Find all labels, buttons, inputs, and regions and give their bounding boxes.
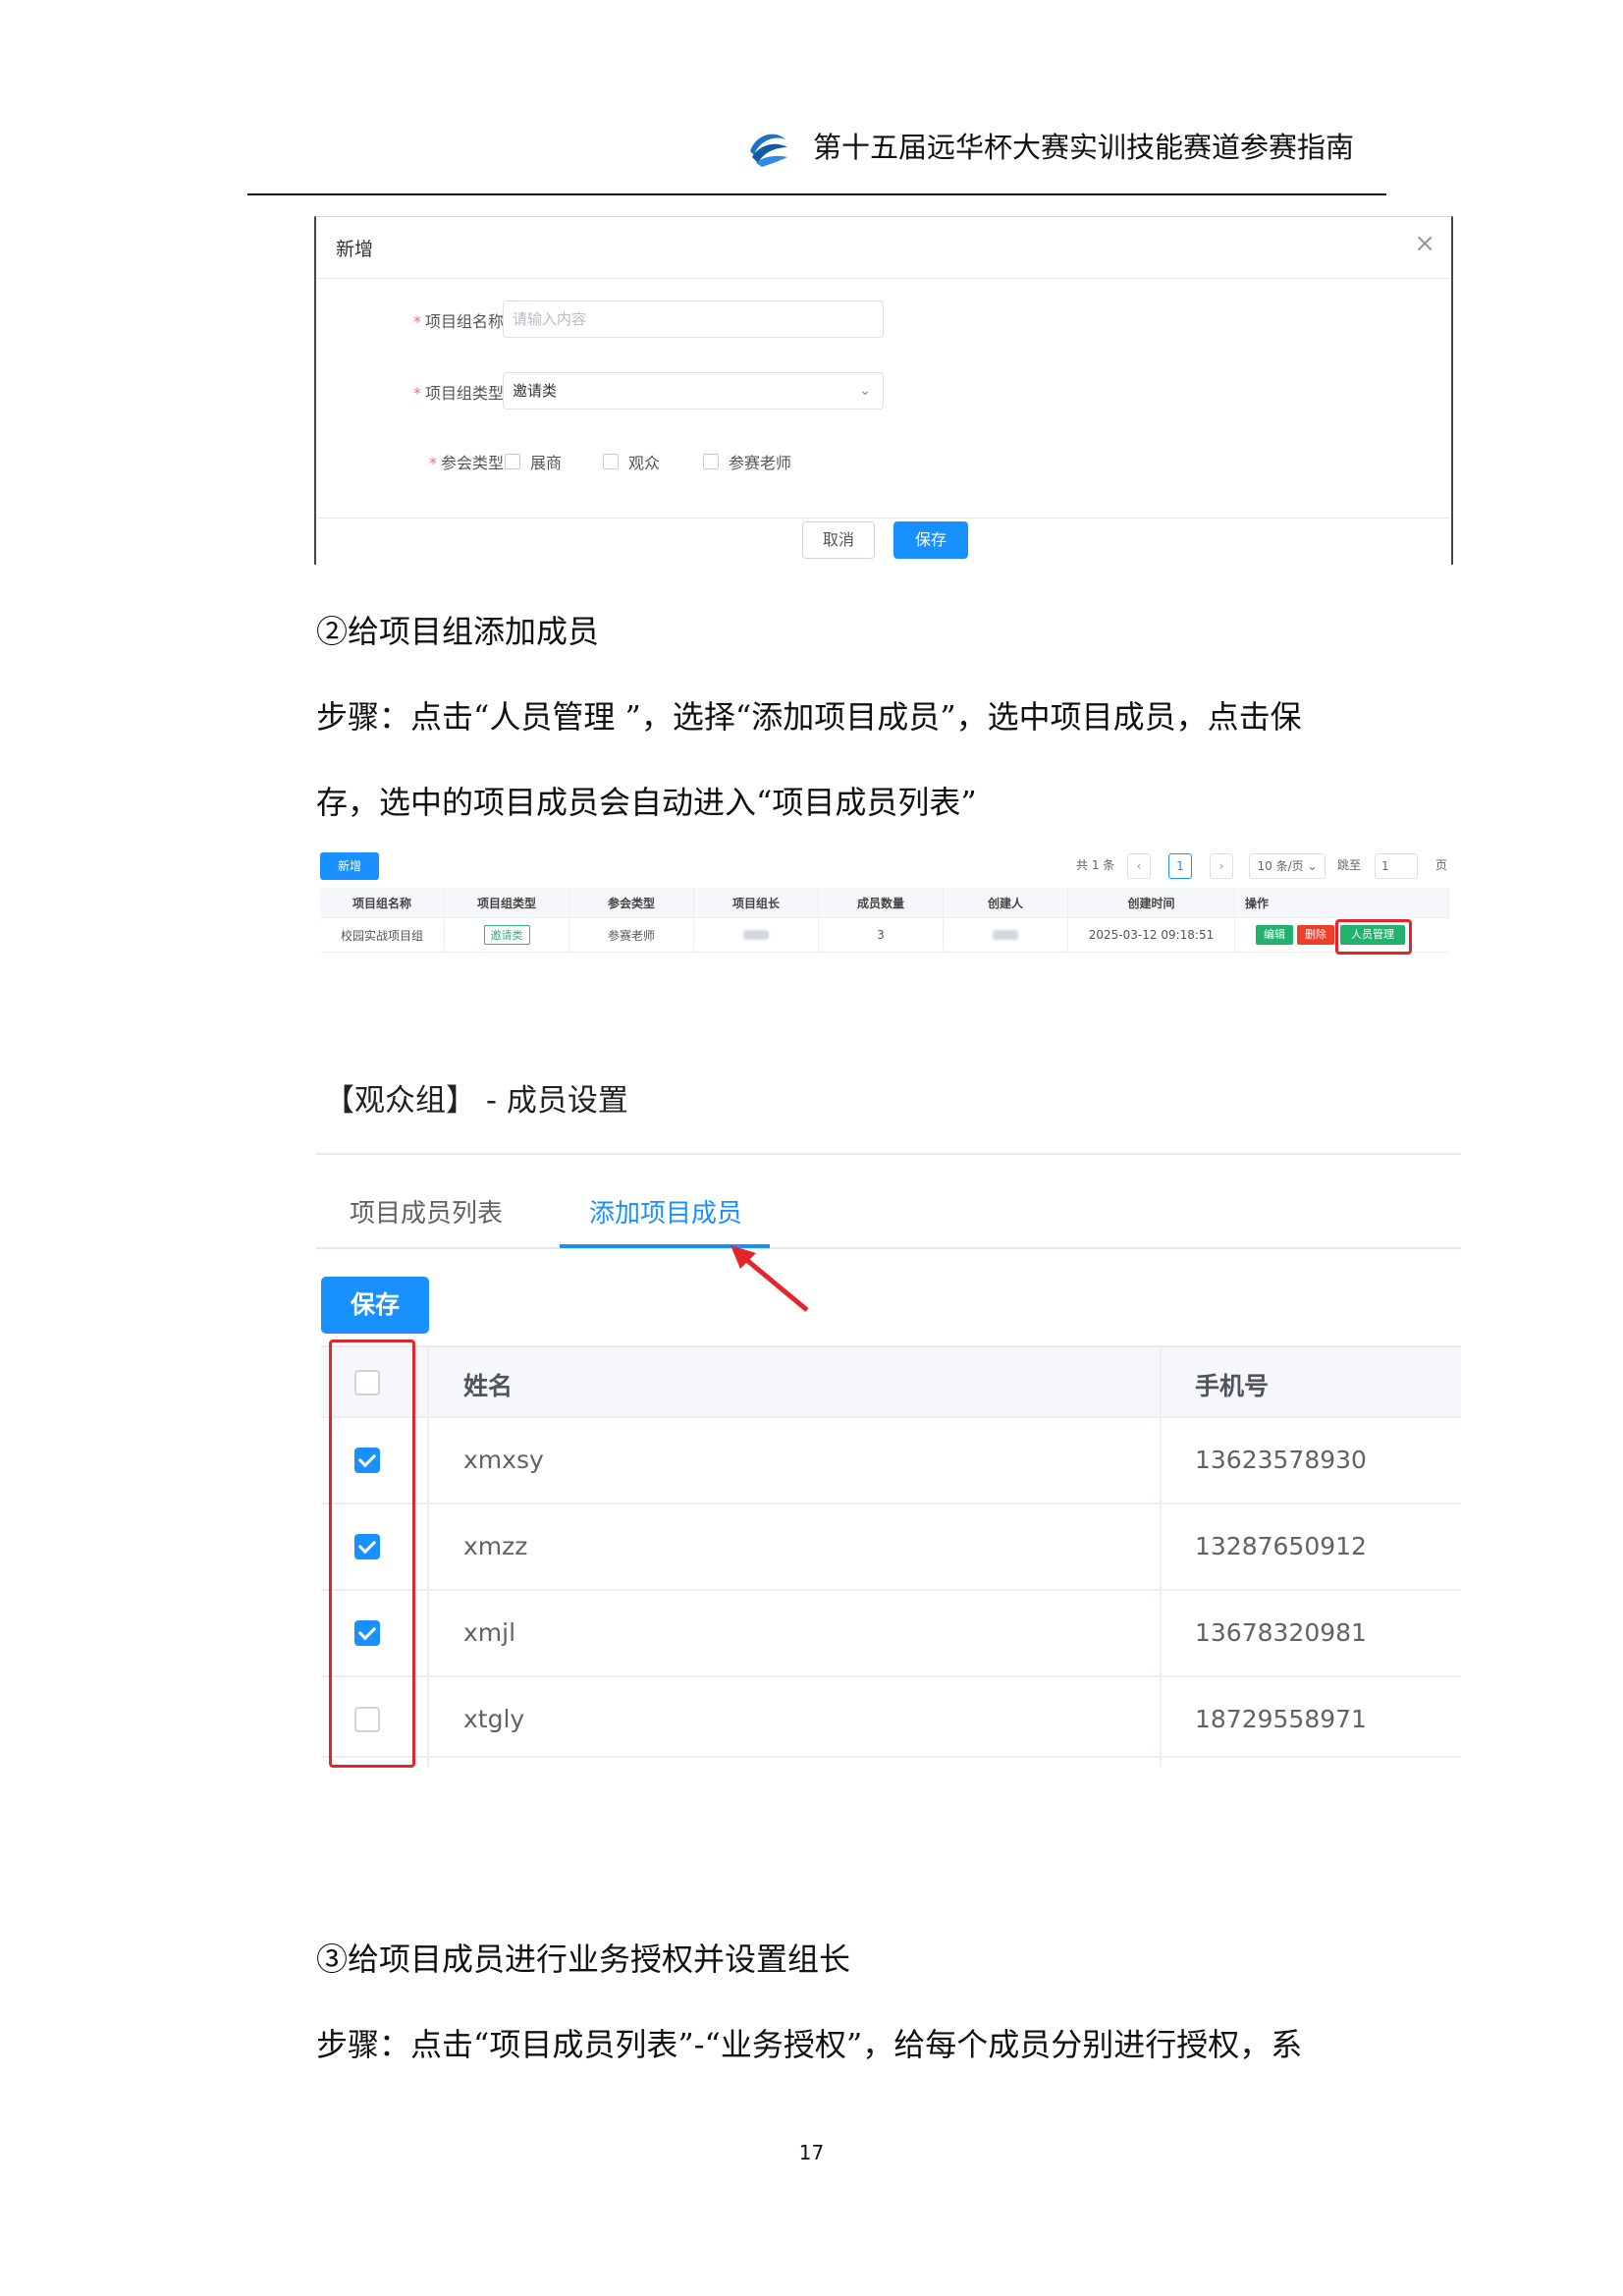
- pagination-total: 共 1 条: [1076, 858, 1115, 872]
- member-phone: 13678320981: [1195, 1618, 1367, 1647]
- member-settings-title: 【观众组】 - 成员设置: [324, 1083, 628, 1119]
- table-header: 项目组名称 项目组类型 参会类型 项目组长 成员数量 创建人 创建时间 操作: [320, 888, 1449, 918]
- project-group-type-value: 邀请类: [513, 382, 558, 400]
- created-time-cell: 2025-03-12 09:18:51: [1068, 918, 1235, 952]
- project-group-name-input[interactable]: 请输入内容: [503, 301, 884, 338]
- attend-type-cell: 参赛老师: [569, 918, 694, 952]
- dialog-header: 新增 ×: [316, 217, 1451, 279]
- teacher-checkbox[interactable]: [703, 454, 719, 469]
- pagination-jump-input[interactable]: 1: [1375, 853, 1418, 879]
- red-arrow-annotation: [730, 1245, 809, 1312]
- member-phone: 13287650912: [1195, 1532, 1367, 1560]
- pagination-page-unit: 页: [1435, 858, 1448, 872]
- exhibitor-checkbox-label: 展商: [530, 454, 563, 472]
- audience-checkbox-label: 观众: [628, 454, 661, 472]
- pagination-prev[interactable]: ‹: [1127, 853, 1151, 879]
- column-divider: [427, 1345, 429, 1768]
- group-type-tag: 邀请类: [483, 925, 530, 945]
- member-count-cell: 3: [819, 918, 944, 952]
- phone-column-header: 手机号: [1195, 1372, 1270, 1400]
- tab-add-project-members[interactable]: 添加项目成员: [589, 1193, 742, 1230]
- member-name: xtgly: [463, 1705, 525, 1733]
- redacted-text: [743, 930, 769, 940]
- chevron-down-icon: ⌄: [859, 383, 871, 399]
- column-header: 创建人: [944, 888, 1068, 917]
- member-phone: 18729558971: [1195, 1705, 1367, 1733]
- creator-cell: [944, 918, 1068, 952]
- table-bottom-border: [321, 1756, 1461, 1758]
- save-members-button[interactable]: 保存: [321, 1277, 429, 1334]
- dialog-title: 新增: [336, 239, 374, 260]
- column-header: 项目组长: [694, 888, 819, 917]
- group-leader-cell: [694, 918, 819, 952]
- column-header: 参会类型: [569, 888, 694, 917]
- pagination-jump-label: 跳至: [1337, 858, 1362, 872]
- table-row: 校园实战项目组 邀请类 参赛老师 3 2025-03-12 09:18:51 编…: [320, 918, 1449, 953]
- project-group-list: 新增 共 1 条 ‹ 1 › 10 条/页 ⌄ 跳至 1 页 项目组名称 项目组…: [320, 848, 1451, 966]
- logo-icon: [750, 134, 787, 167]
- member-name: xmxsy: [463, 1446, 544, 1474]
- table-row[interactable]: xmxsy 13623578930: [321, 1416, 1461, 1504]
- group-name-cell: 校园实战项目组: [320, 918, 445, 952]
- tab-project-members[interactable]: 项目成员列表: [350, 1193, 503, 1230]
- pagination-next[interactable]: ›: [1210, 853, 1233, 879]
- step-paragraph-line: 步骤：点击“人员管理 ”，选择“添加项目成员”，选中项目成员，点击保: [316, 698, 1302, 736]
- member-table: 姓名 手机号 xmxsy 13623578930 xmzz 1328765091…: [321, 1339, 1461, 1768]
- new-button[interactable]: 新增: [320, 852, 379, 880]
- attend-type-label: * 参会类型: [428, 454, 504, 472]
- audience-checkbox[interactable]: [603, 454, 619, 469]
- column-header: 操作: [1235, 888, 1449, 917]
- step-paragraph-line: 步骤：点击“项目成员列表”-“业务授权”，给每个成员分别进行授权，系: [316, 2026, 1303, 2063]
- table-row[interactable]: xmzz 13287650912: [321, 1503, 1461, 1591]
- section-heading-authorize: ③给项目成员进行业务授权并设置组长: [316, 1941, 851, 1978]
- table-header: 姓名 手机号: [321, 1345, 1461, 1418]
- column-divider: [1160, 1345, 1162, 1768]
- delete-button[interactable]: 删除: [1297, 925, 1334, 945]
- edit-button[interactable]: 编辑: [1256, 925, 1293, 945]
- step-paragraph-line: 存，选中的项目成员会自动进入“项目成员列表”: [316, 784, 977, 821]
- dialog-footer-divider: [316, 518, 1451, 519]
- page-size-select[interactable]: 10 条/页 ⌄: [1249, 853, 1325, 879]
- member-phone: 13623578930: [1195, 1446, 1367, 1474]
- cancel-button[interactable]: 取消: [802, 521, 875, 559]
- new-project-group-dialog: 新增 × * 项目组名称 请输入内容 * 项目组类型 邀请类 ⌄ * 参会类型 展商 …: [314, 216, 1453, 565]
- member-name: xmzz: [463, 1532, 528, 1560]
- table-row[interactable]: xtgly 18729558971: [321, 1675, 1461, 1764]
- project-group-name-label: * 项目组名称: [412, 312, 504, 331]
- title-divider: [316, 1153, 1461, 1155]
- group-type-cell: 邀请类: [445, 918, 569, 952]
- project-group-type-label: * 项目组类型: [412, 384, 504, 403]
- column-header: 成员数量: [819, 888, 944, 917]
- exhibitor-checkbox[interactable]: [505, 454, 520, 469]
- section-heading-add-members: ②给项目组添加成员: [316, 613, 600, 650]
- name-column-header: 姓名: [463, 1372, 514, 1400]
- save-button[interactable]: 保存: [893, 521, 968, 559]
- document-header-title: 第十五届远华杯大赛实训技能赛道参赛指南: [813, 131, 1355, 164]
- column-header: 项目组名称: [320, 888, 445, 917]
- tabs-divider: [316, 1247, 1461, 1249]
- column-header: 创建时间: [1068, 888, 1235, 917]
- header-divider: [247, 193, 1386, 195]
- highlight-box: [329, 1339, 415, 1768]
- teacher-checkbox-label: 参赛老师: [729, 454, 792, 472]
- redacted-text: [993, 930, 1018, 940]
- member-name: xmjl: [463, 1618, 516, 1647]
- table-row[interactable]: xmjl 13678320981: [321, 1589, 1461, 1677]
- page-number: 17: [798, 2141, 825, 2164]
- pagination-current-page[interactable]: 1: [1168, 853, 1192, 879]
- highlight-box: [1335, 919, 1412, 955]
- close-icon[interactable]: ×: [1414, 231, 1435, 256]
- column-header: 项目组类型: [445, 888, 569, 917]
- project-group-type-select[interactable]: 邀请类 ⌄: [503, 372, 884, 410]
